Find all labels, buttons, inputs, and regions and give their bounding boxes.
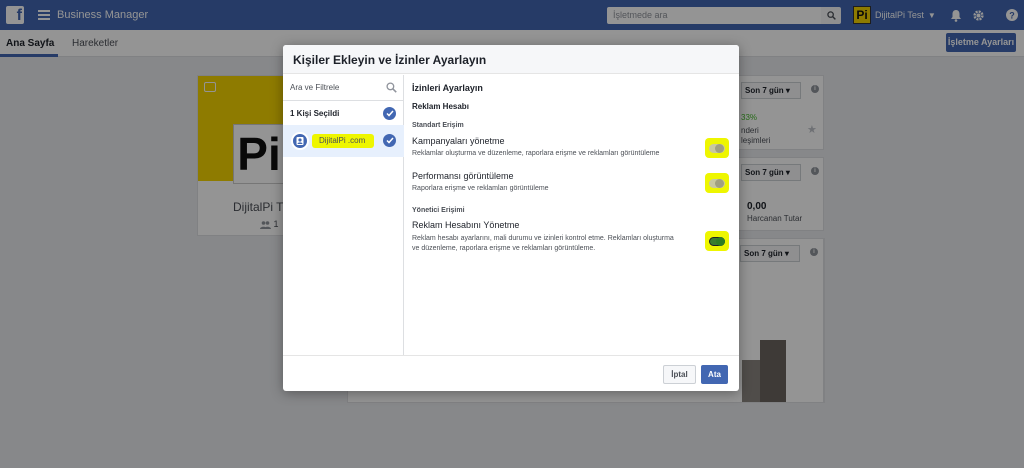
- standard-access-label: Standart Erişim: [412, 122, 464, 129]
- avatar: [291, 132, 309, 150]
- toggle-manage-ad-account[interactable]: [705, 231, 729, 251]
- toggle-knob: [715, 144, 724, 153]
- permissions-panel: İzinleri Ayarlayın Reklam Hesabı Standar…: [405, 75, 739, 355]
- person-name: DijitalPi .com: [312, 134, 374, 148]
- permissions-title: İzinleri Ayarlayın: [412, 83, 483, 93]
- toggle-knob: [716, 237, 725, 246]
- dialog-header: Kişiler Ekleyin ve İzinler Ayarlayın: [283, 45, 739, 74]
- assign-button[interactable]: Ata: [701, 365, 728, 384]
- admin-access-label: Yönetici Erişimi: [412, 207, 465, 214]
- person-list-item[interactable]: DijitalPi .com: [283, 125, 404, 157]
- people-search-input[interactable]: Ara ve Filtrele: [290, 83, 339, 92]
- add-people-dialog: Kişiler Ekleyin ve İzinler Ayarlayın Ara…: [283, 45, 739, 391]
- people-panel: Ara ve Filtrele 1 Kişi Seçildi DijitalPi…: [283, 75, 404, 355]
- divider: [283, 100, 404, 101]
- check-icon[interactable]: [383, 107, 396, 120]
- dialog-title: Kişiler Ekleyin ve İzinler Ayarlayın: [293, 53, 487, 67]
- dialog-footer: İptal Ata: [283, 355, 739, 391]
- search-icon[interactable]: [386, 82, 397, 96]
- toggle-manage-campaigns[interactable]: [705, 138, 729, 158]
- asset-section-title: Reklam Hesabı: [412, 102, 469, 111]
- toggle-knob: [715, 179, 724, 188]
- permission-title-manage-ad-account: Reklam Hesabını Yönetme: [412, 220, 520, 230]
- permission-desc-view-performance: Raporlara erişme ve reklamları görüntüle…: [412, 185, 549, 192]
- check-icon[interactable]: [383, 134, 396, 147]
- permission-desc-manage-campaigns: Reklamlar oluşturma ve düzenleme, raporl…: [412, 150, 660, 157]
- permission-title-view-performance: Performansı görüntüleme: [412, 171, 514, 181]
- permission-desc-manage-ad-account: Reklam hesabı ayarlarını, mali durumu ve…: [412, 235, 674, 252]
- cancel-button[interactable]: İptal: [663, 365, 696, 384]
- permission-title-manage-campaigns: Kampanyaları yönetme: [412, 136, 505, 146]
- toggle-view-performance[interactable]: [705, 173, 729, 193]
- selected-count-label: 1 Kişi Seçildi: [290, 109, 340, 118]
